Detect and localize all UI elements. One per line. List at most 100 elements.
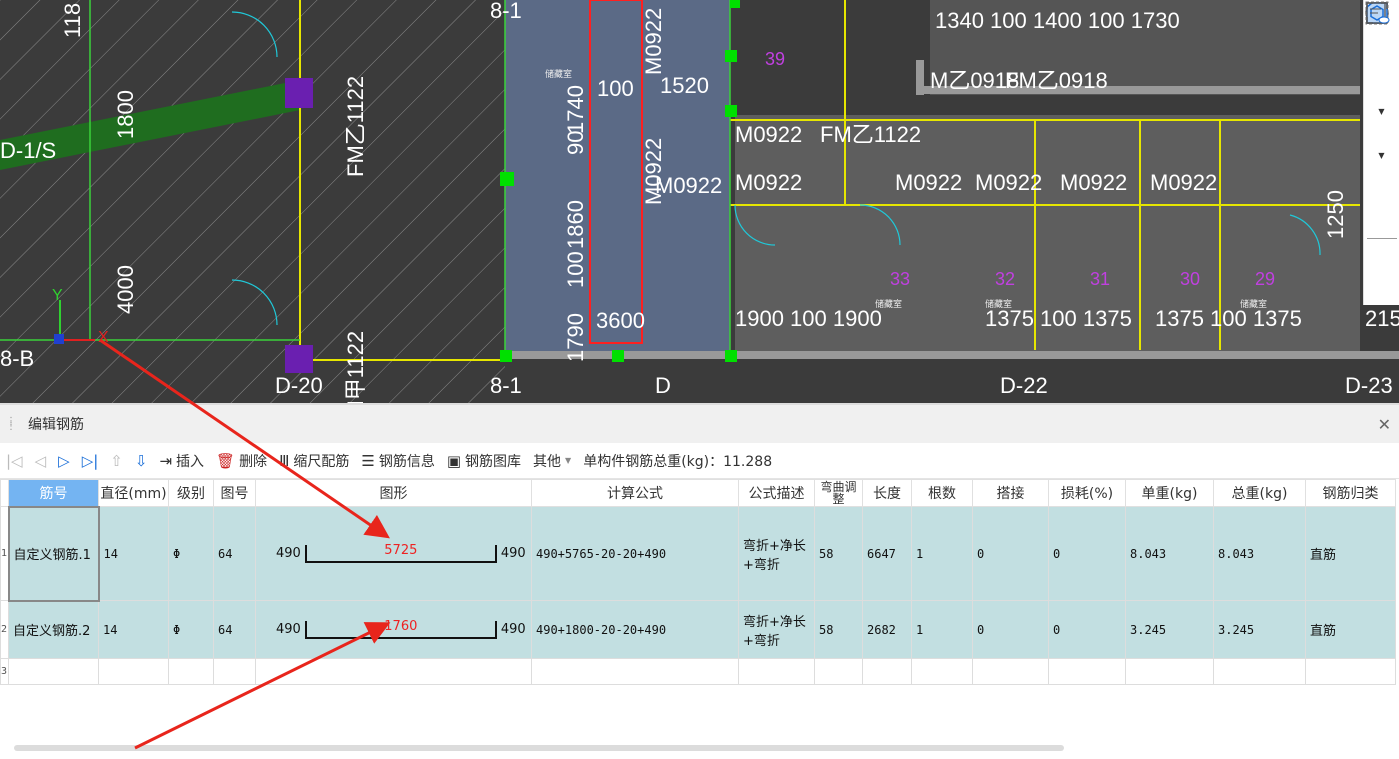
cad-drawing-canvas[interactable]: 118 1800 4000 D-1/S 8-B FM乙1122 FM甲1122 D-20 8-1… — [0, 0, 1399, 403]
column-header[interactable]: 公式描述 — [738, 479, 815, 507]
cad-label: 33 — [890, 269, 911, 289]
table-row-empty[interactable]: 3 — [0, 658, 1396, 685]
column-header[interactable]: 筋号 — [8, 479, 99, 507]
lap-cell[interactable]: 0 — [972, 600, 1049, 659]
empty-cell[interactable] — [168, 658, 214, 685]
component-view-icon[interactable] — [1365, 1, 1397, 232]
loss-cell[interactable]: 0 — [1048, 506, 1126, 601]
arrow-down-icon: ⇩ — [134, 451, 148, 470]
column-header[interactable]: 损耗(%) — [1048, 479, 1126, 507]
column-header[interactable]: 根数 — [911, 479, 973, 507]
cad-label: 8-1 — [490, 0, 522, 23]
close-icon[interactable]: ✕ — [1378, 415, 1391, 434]
empty-cell[interactable] — [1125, 658, 1214, 685]
lap-cell[interactable]: 0 — [972, 506, 1049, 601]
total-weight-cell[interactable]: 8.043 — [1213, 506, 1306, 601]
unit-weight-cell[interactable]: 3.245 — [1125, 600, 1214, 659]
row-number[interactable]: 2 — [0, 600, 9, 659]
length-cell[interactable]: 2682 — [862, 600, 912, 659]
empty-cell[interactable] — [738, 658, 815, 685]
diameter-cell[interactable]: 14 — [98, 506, 169, 601]
loss-cell[interactable]: 0 — [1048, 600, 1126, 659]
rebar-name-cell[interactable]: 自定义钢筋.2 — [8, 600, 99, 659]
fullscreen-icon[interactable] — [1366, 2, 1397, 196]
bend-adjust-cell[interactable]: 58 — [814, 506, 863, 601]
formula-description-cell[interactable]: 弯折+净长+弯折 — [738, 506, 815, 601]
grade-cell[interactable]: Φ — [168, 600, 214, 659]
cad-label: 32 — [995, 269, 1016, 289]
empty-cell[interactable] — [911, 658, 973, 685]
prev-button[interactable]: ◁ — [35, 452, 47, 470]
column-header[interactable]: 单重(kg) — [1125, 479, 1214, 507]
drag-handle-icon[interactable]: ⋮ ⋮ — [6, 417, 16, 432]
first-button[interactable]: |◁ — [6, 452, 23, 470]
figure-number-cell[interactable]: 64 — [213, 506, 256, 601]
empty-cell[interactable] — [1213, 658, 1306, 685]
empty-cell[interactable] — [255, 658, 532, 685]
empty-cell[interactable] — [972, 658, 1049, 685]
column-header[interactable]: 总重(kg) — [1213, 479, 1306, 507]
count-cell[interactable]: 1 — [911, 506, 973, 601]
total-weight-cell[interactable]: 3.245 — [1213, 600, 1306, 659]
figure-number-cell[interactable]: 64 — [213, 600, 256, 659]
move-down-button[interactable]: ⇩ — [135, 452, 148, 470]
row-number[interactable]: 1 — [0, 506, 9, 601]
empty-cell[interactable] — [98, 658, 169, 685]
length-cell[interactable]: 6647 — [862, 506, 912, 601]
column-header[interactable]: 弯曲调整 — [814, 479, 863, 507]
column-header[interactable]: 搭接 — [972, 479, 1049, 507]
empty-cell[interactable] — [814, 658, 863, 685]
rebar-library-button[interactable]: ▣ 钢筋图库 — [447, 451, 521, 471]
scale-rebar-button[interactable]: Ⅲ 缩尺配筋 — [279, 451, 349, 471]
rebar-info-label: 钢筋信息 — [378, 453, 435, 470]
caret-down-icon[interactable]: ▼ — [1364, 108, 1399, 116]
shape-cell[interactable]: 490 1760 490 — [255, 600, 532, 659]
diameter-cell[interactable]: 14 — [98, 600, 169, 659]
empty-cell[interactable] — [1048, 658, 1126, 685]
cad-label: 储藏室 — [545, 69, 573, 79]
delete-button[interactable]: 🗑 删除 — [216, 451, 267, 471]
insert-button[interactable]: ⇥ 插入 — [159, 451, 204, 471]
cube-outline-icon[interactable] — [1366, 2, 1397, 108]
bend-adjust-cell[interactable]: 58 — [814, 600, 863, 659]
horizontal-scrollbar[interactable] — [14, 745, 1064, 751]
column-header[interactable]: 计算公式 — [531, 479, 739, 507]
rebar-name-cell[interactable]: 自定义钢筋.1 — [7, 505, 100, 602]
grade-cell[interactable]: Φ — [168, 506, 214, 601]
properties-view-icon[interactable] — [1366, 2, 1397, 268]
column-header[interactable]: 直径(mm) — [98, 479, 169, 507]
empty-cell[interactable] — [531, 658, 739, 685]
row-number[interactable]: 3 — [0, 658, 9, 685]
rebar-info-button[interactable]: ☰ 钢筋信息 — [361, 451, 434, 471]
cube-solid-icon[interactable] — [1366, 2, 1397, 152]
move-up-button[interactable]: ⇧ — [110, 452, 123, 470]
shape-middle-length[interactable]: 1760 — [307, 619, 495, 634]
unit-weight-cell[interactable]: 8.043 — [1125, 506, 1214, 601]
other-dropdown[interactable]: 其他 ▼ — [533, 451, 571, 471]
column-header[interactable]: 长度 — [862, 479, 912, 507]
count-cell[interactable]: 1 — [911, 600, 973, 659]
view-toolbar: 3D ▼ ▼ — [1363, 0, 1399, 305]
empty-cell[interactable] — [8, 658, 99, 685]
empty-cell[interactable] — [213, 658, 256, 685]
column-header[interactable]: 图号 — [213, 479, 256, 507]
column-header[interactable]: 级别 — [168, 479, 214, 507]
formula-description-cell[interactable]: 弯折+净长+弯折 — [738, 600, 815, 659]
rebar-category-cell[interactable]: 直筋 — [1305, 600, 1396, 659]
table-row[interactable]: 1 自定义钢筋.1 14 Φ 64 490 5725 490 490+5765-20-20+49… — [0, 505, 1396, 602]
formula-cell[interactable]: 490+1800-20-20+490 — [531, 600, 739, 659]
caret-down-icon[interactable]: ▼ — [1364, 152, 1399, 160]
table-row[interactable]: 2 自定义钢筋.2 14 Φ 64 490 1760 490 490+1800-20-20+49… — [0, 600, 1396, 659]
shape-middle-length[interactable]: 5725 — [307, 543, 495, 558]
shape-cell[interactable]: 490 5725 490 — [255, 506, 532, 601]
formula-cell[interactable]: 490+5765-20-20+490 — [531, 506, 739, 601]
next-button[interactable]: ▷ — [58, 452, 70, 470]
column-header[interactable]: 图形 — [255, 479, 532, 507]
3d-view-icon[interactable]: 3D — [1366, 2, 1397, 72]
empty-cell[interactable] — [1305, 658, 1396, 685]
column-header[interactable]: 钢筋归类 — [1305, 479, 1396, 507]
last-button[interactable]: ▷| — [82, 452, 99, 470]
empty-cell[interactable] — [862, 658, 912, 685]
insert-icon: ⇥ — [159, 451, 173, 470]
rebar-category-cell[interactable]: 直筋 — [1305, 506, 1396, 601]
